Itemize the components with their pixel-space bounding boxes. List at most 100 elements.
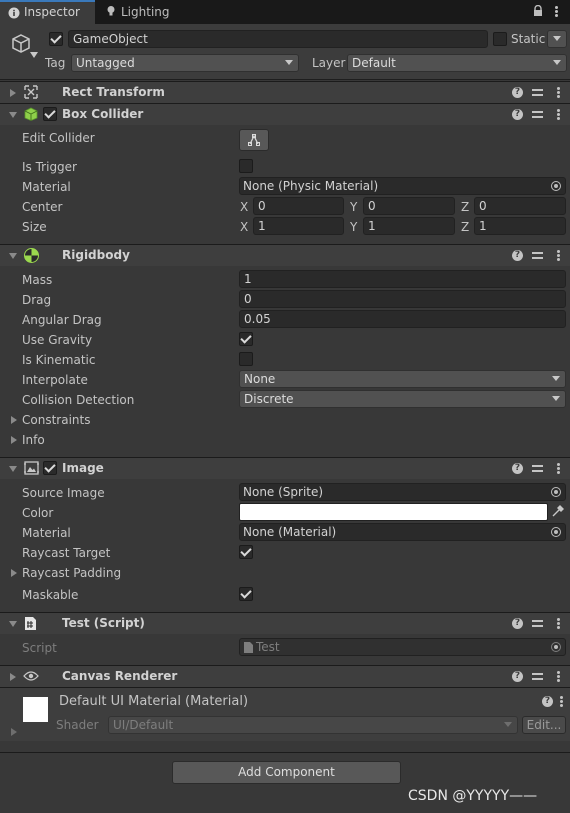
tab-inspector[interactable]: Inspector xyxy=(0,0,95,24)
edit-collider-icon xyxy=(248,134,260,146)
angular-drag-input[interactable]: 0.05 xyxy=(239,310,566,328)
canvas-renderer-foldout[interactable] xyxy=(10,673,16,681)
raycast-target-checkbox[interactable] xyxy=(239,545,253,559)
image-enabled[interactable] xyxy=(43,461,57,475)
icon-dropdown-arrow-icon[interactable] xyxy=(30,52,38,58)
angular-drag-label: Angular Drag xyxy=(22,313,102,327)
material-menu-icon[interactable] xyxy=(560,696,563,707)
image-material-value: None (Material) xyxy=(243,525,337,539)
tab-lighting-label: Lighting xyxy=(121,5,170,19)
help-icon[interactable]: ? xyxy=(512,87,523,98)
use-gravity-checkbox[interactable] xyxy=(239,332,253,346)
rect-transform-foldout[interactable] xyxy=(10,89,16,97)
component-menu-icon[interactable] xyxy=(557,618,560,629)
script-value: Test xyxy=(256,640,280,654)
drag-input[interactable]: 0 xyxy=(239,290,566,308)
eyedropper-icon[interactable] xyxy=(551,505,564,518)
source-image-value: None (Sprite) xyxy=(243,485,324,499)
size-x-input[interactable]: 1 xyxy=(253,217,344,235)
help-icon[interactable]: ? xyxy=(542,696,553,707)
image-foldout[interactable] xyxy=(9,466,17,472)
rigidbody-header[interactable]: Rigidbody ? xyxy=(0,244,570,266)
component-menu-icon[interactable] xyxy=(557,250,560,261)
info-icon xyxy=(8,7,20,19)
lock-icon[interactable] xyxy=(533,5,543,17)
active-toggle[interactable] xyxy=(49,32,63,46)
preset-icon[interactable] xyxy=(532,671,543,682)
preset-icon[interactable] xyxy=(532,109,543,120)
center-x-input[interactable]: 0 xyxy=(253,197,344,215)
edit-collider-button[interactable] xyxy=(239,129,269,151)
object-picker-icon[interactable] xyxy=(551,487,561,497)
tag-dropdown[interactable]: Untagged xyxy=(71,54,299,72)
maskable-checkbox[interactable] xyxy=(239,587,253,601)
is-trigger-checkbox[interactable] xyxy=(239,159,253,173)
canvas-renderer-header[interactable]: Canvas Renderer ? xyxy=(0,665,570,687)
box-collider-icon xyxy=(24,107,38,121)
component-menu-icon[interactable] xyxy=(557,671,560,682)
collider-material-field[interactable]: None (Physic Material) xyxy=(239,177,566,195)
center-z-input[interactable]: 0 xyxy=(474,197,566,215)
test-script-header[interactable]: Test (Script) ? xyxy=(0,612,570,634)
help-icon[interactable]: ? xyxy=(512,671,523,682)
drag-label: Drag xyxy=(22,293,52,307)
test-script-foldout[interactable] xyxy=(9,621,17,627)
interpolate-label: Interpolate xyxy=(22,373,88,387)
help-icon[interactable]: ? xyxy=(512,109,523,120)
preset-icon[interactable] xyxy=(532,87,543,98)
source-image-field[interactable]: None (Sprite) xyxy=(239,483,566,501)
help-icon[interactable]: ? xyxy=(512,618,523,629)
box-collider-header[interactable]: Box Collider ? xyxy=(0,103,570,125)
object-picker-icon[interactable] xyxy=(551,527,561,537)
mass-input[interactable]: 1 xyxy=(239,270,566,288)
add-component-button[interactable]: Add Component xyxy=(172,761,401,784)
center-y-input[interactable]: 0 xyxy=(363,197,455,215)
rigidbody-title: Rigidbody xyxy=(62,248,130,262)
is-trigger-label: Is Trigger xyxy=(22,160,77,174)
static-dropdown[interactable] xyxy=(547,30,567,48)
preset-icon[interactable] xyxy=(532,250,543,261)
script-label: Script xyxy=(22,641,57,655)
component-menu-icon[interactable] xyxy=(557,463,560,474)
image-material-field[interactable]: None (Material) xyxy=(239,523,566,541)
constraints-foldout[interactable] xyxy=(11,416,17,424)
component-menu-icon[interactable] xyxy=(557,109,560,120)
interpolate-value: None xyxy=(244,372,276,386)
layer-dropdown[interactable]: Default xyxy=(347,54,567,72)
rect-transform-header[interactable]: Rect Transform ? xyxy=(0,81,570,103)
name-input[interactable]: GameObject xyxy=(68,30,488,48)
raycast-target-label: Raycast Target xyxy=(22,546,111,560)
tab-lighting[interactable]: Lighting xyxy=(97,0,187,24)
static-checkbox[interactable] xyxy=(493,32,507,46)
preset-icon[interactable] xyxy=(532,463,543,474)
info-foldout[interactable] xyxy=(11,436,17,444)
component-menu-icon[interactable] xyxy=(557,87,560,98)
color-swatch[interactable] xyxy=(239,503,548,521)
info-label[interactable]: Info xyxy=(22,433,45,447)
tab-inspector-label: Inspector xyxy=(24,5,80,19)
is-kinematic-checkbox[interactable] xyxy=(239,352,253,366)
script-field: Test xyxy=(239,638,566,656)
constraints-label[interactable]: Constraints xyxy=(22,413,90,427)
shader-value: UI/Default xyxy=(113,718,174,732)
preset-icon[interactable] xyxy=(532,618,543,629)
tab-menu-icon[interactable] xyxy=(555,6,558,17)
rigidbody-foldout[interactable] xyxy=(9,253,17,259)
raycast-padding-foldout[interactable] xyxy=(11,569,17,577)
collision-detection-dropdown[interactable]: Discrete xyxy=(239,390,566,408)
box-collider-enabled[interactable] xyxy=(43,107,57,121)
interpolate-dropdown[interactable]: None xyxy=(239,370,566,388)
help-icon[interactable]: ? xyxy=(512,463,523,474)
image-icon xyxy=(24,461,39,475)
rect-transform-icon xyxy=(24,85,38,99)
help-icon[interactable]: ? xyxy=(512,250,523,261)
size-y-input[interactable]: 1 xyxy=(363,217,455,235)
image-header[interactable]: Image ? xyxy=(0,457,570,479)
box-collider-foldout[interactable] xyxy=(9,112,17,118)
edit-collider-label: Edit Collider xyxy=(22,131,95,145)
gameobject-cube-icon xyxy=(12,34,30,53)
material-foldout[interactable] xyxy=(11,728,17,736)
size-z-input[interactable]: 1 xyxy=(474,217,566,235)
raycast-padding-label[interactable]: Raycast Padding xyxy=(22,566,121,580)
object-picker-icon[interactable] xyxy=(551,181,561,191)
